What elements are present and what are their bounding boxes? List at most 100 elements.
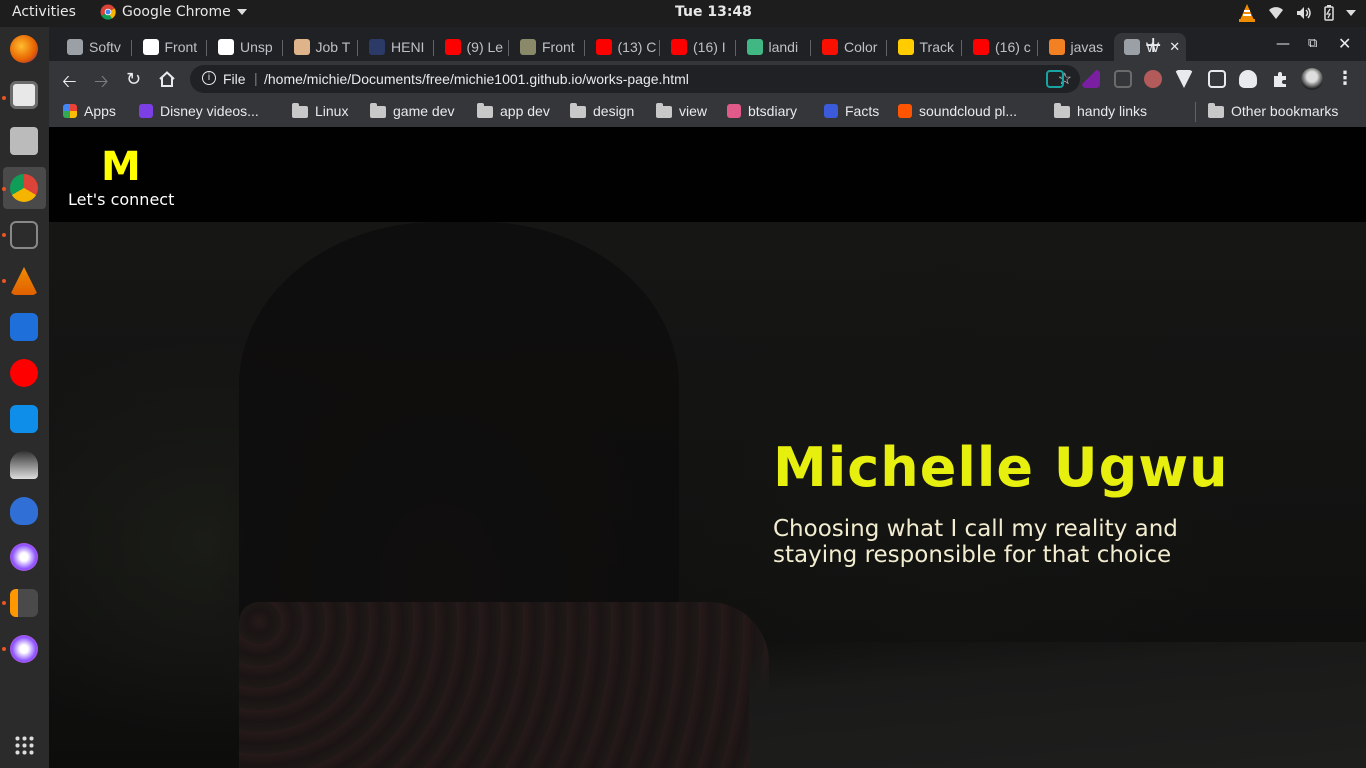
reload-button[interactable]: ↻ [126, 69, 141, 90]
bookmark-label: app dev [500, 103, 550, 119]
firefox-icon[interactable] [10, 35, 38, 63]
tab[interactable]: Softv [57, 33, 129, 61]
bookmark-item[interactable]: Linux [292, 103, 348, 119]
bookmark-item[interactable]: Disney videos... [139, 103, 259, 119]
battery-icon[interactable] [1324, 5, 1334, 21]
files-icon[interactable] [10, 81, 38, 109]
tab[interactable]: (13) C [586, 33, 658, 61]
extensions-puzzle-icon[interactable] [1271, 70, 1289, 88]
back-button[interactable]: 🡠 [62, 69, 77, 99]
clock[interactable]: Tue 13:48 [675, 4, 752, 20]
wifi-icon[interactable] [1268, 6, 1284, 20]
activities-button[interactable]: Activities [12, 4, 76, 20]
site-logo[interactable]: M [101, 144, 141, 190]
krita-icon[interactable] [10, 497, 38, 525]
bookmark-favicon-icon [727, 104, 741, 118]
sublime-text-icon[interactable] [10, 589, 38, 617]
tab-separator [961, 40, 962, 56]
youtube-music-icon[interactable] [10, 359, 38, 387]
bookmark-item[interactable]: handy links [1054, 103, 1147, 119]
new-tab-button[interactable]: + [1144, 33, 1162, 58]
app-icon[interactable] [10, 543, 38, 571]
system-menu-chevron-icon[interactable] [1346, 10, 1356, 16]
url-divider: | [254, 70, 258, 86]
tab-favicon-icon [293, 39, 310, 55]
terminal-icon[interactable] [10, 221, 38, 249]
vlc-icon[interactable] [10, 267, 38, 295]
bookmark-extension-icon[interactable] [1114, 70, 1132, 88]
bookmark-label: Disney videos... [160, 103, 259, 119]
chevron-down-icon [236, 9, 247, 15]
teamviewer-icon[interactable] [10, 405, 38, 433]
folder-icon [292, 103, 308, 118]
tab-separator [281, 40, 283, 56]
minimize-button[interactable]: — [1276, 36, 1290, 52]
tab-label: (16) c [995, 39, 1031, 55]
tab-label: Color [844, 39, 878, 55]
bookmark-item[interactable]: btsdiary [727, 103, 797, 119]
writer-icon[interactable] [10, 313, 38, 341]
bookmark-item[interactable]: Facts [824, 103, 879, 119]
tab-favicon-icon [973, 39, 989, 55]
rhythmbox-icon[interactable] [10, 127, 38, 155]
tab[interactable]: landi [737, 33, 809, 61]
inkscape-icon[interactable] [10, 451, 38, 479]
tab[interactable]: (9) Le [435, 33, 507, 61]
tab[interactable]: javas [1039, 33, 1111, 61]
bookmark-label: design [593, 103, 635, 119]
chrome-dock-icon[interactable] [10, 174, 38, 202]
address-bar[interactable]: i File | /home/michie/Documents/free/mic… [190, 65, 1080, 93]
home-icon[interactable] [158, 71, 176, 87]
close-tab-icon[interactable]: ✕ [1169, 39, 1180, 55]
tab[interactable]: Front [133, 33, 205, 61]
hero-photo-road [749, 642, 1366, 768]
site-header: M Let's connect [49, 127, 1366, 222]
tab-favicon-icon [822, 39, 838, 55]
bookmark-label: btsdiary [748, 103, 798, 119]
extension-icon[interactable] [1144, 70, 1162, 88]
tab[interactable]: Unsp [208, 33, 280, 61]
tab[interactable]: Front [510, 33, 582, 61]
forward-button[interactable]: 🡢 [94, 69, 109, 99]
bookmark-item[interactable]: Apps [63, 103, 116, 119]
tab[interactable]: Track [888, 33, 960, 61]
more-menu-icon[interactable]: ⋮ [1336, 68, 1354, 89]
restore-button[interactable]: ⧉ [1308, 36, 1317, 51]
other-bookmarks[interactable]: Other bookmarks [1208, 103, 1338, 119]
profile-avatar[interactable] [1301, 68, 1323, 90]
bookmark-item[interactable]: design [570, 103, 634, 119]
app-menu[interactable]: Google Chrome [100, 4, 247, 20]
info-icon[interactable]: i [202, 71, 216, 85]
tab[interactable]: (16) I [661, 33, 733, 61]
color-picker-extension-icon[interactable] [1082, 70, 1100, 88]
bookmark-item[interactable]: app dev [477, 103, 550, 119]
extension-icon[interactable] [1239, 70, 1257, 88]
tab-label: Unsp [240, 39, 273, 55]
close-window-button[interactable]: ✕ [1338, 34, 1351, 53]
notion-web-clipper-icon[interactable] [1046, 70, 1064, 88]
tab[interactable]: (16) c [963, 33, 1035, 61]
url-text[interactable]: /home/michie/Documents/free/michie1001.g… [264, 71, 689, 87]
system-tray[interactable] [1238, 3, 1356, 23]
volume-icon[interactable] [1296, 6, 1312, 20]
running-indicator [2, 601, 6, 605]
vlc-tray-icon[interactable] [1238, 3, 1256, 23]
bookmark-item[interactable]: view [656, 103, 707, 119]
bookmark-item[interactable]: soundcloud pl... [898, 103, 1017, 119]
show-applications-icon[interactable] [14, 735, 34, 755]
tab-separator [357, 40, 358, 56]
bookmark-favicon-icon [898, 104, 912, 118]
tab-separator [885, 40, 887, 56]
tab[interactable]: Color [812, 33, 884, 61]
bookmark-label: soundcloud pl... [919, 103, 1018, 119]
lets-connect-link[interactable]: Let's connect [68, 190, 174, 209]
tab-label: landi [768, 39, 799, 55]
notion-icon[interactable] [1208, 70, 1226, 88]
bookmark-label: Facts [845, 103, 880, 119]
vue-devtools-icon[interactable] [1175, 70, 1193, 88]
tab[interactable]: Job T [284, 33, 356, 61]
bookmark-item[interactable]: game dev [370, 103, 454, 119]
app-icon[interactable] [10, 635, 38, 663]
tab[interactable]: HENI [359, 33, 431, 61]
running-indicator [2, 647, 6, 651]
